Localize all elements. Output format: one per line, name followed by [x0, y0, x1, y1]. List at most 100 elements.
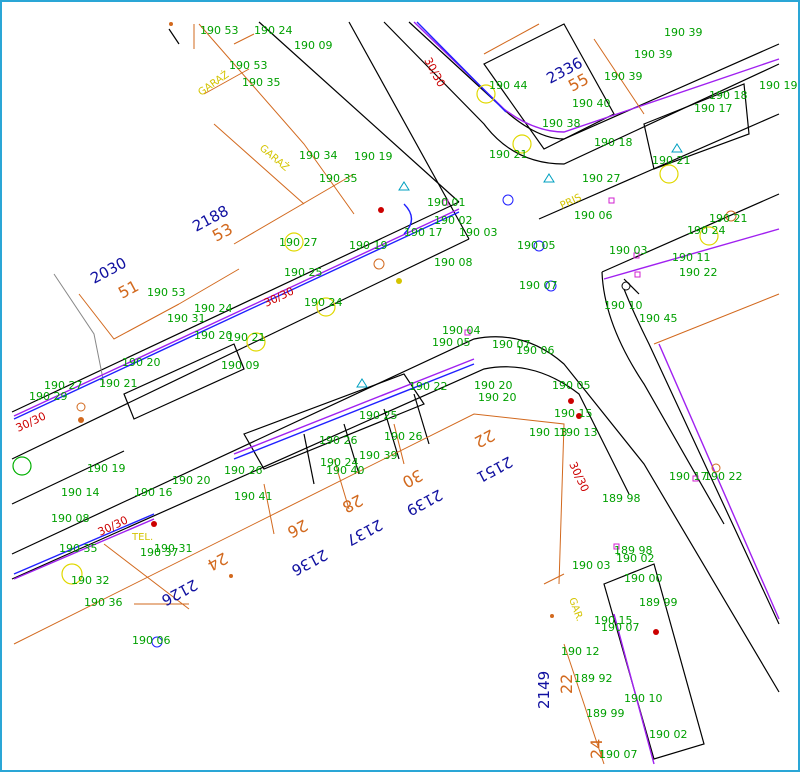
- house-number: 24: [204, 548, 231, 574]
- tree-symbol: [659, 164, 679, 184]
- elevation-label: 190 17: [694, 102, 733, 115]
- elevation-label: 190 02: [649, 728, 688, 741]
- elevation-label: 190 39: [359, 449, 398, 462]
- elevation-label: 190 53: [229, 59, 268, 72]
- parcel-line: [483, 23, 540, 55]
- map-canvas[interactable]: 2336 2188 2030 2126 2136 2137 2139 2151 …: [4, 4, 800, 772]
- garage-label: GARAŻ: [195, 68, 231, 99]
- elevation-label: 190 13: [559, 426, 598, 439]
- elevation-label: 190 01: [427, 196, 466, 209]
- elevation-label: 190 19: [759, 79, 798, 92]
- house-number: 26: [284, 515, 311, 541]
- elevation-label: 190 53: [147, 286, 186, 299]
- elevation-label: 190 06: [132, 634, 171, 647]
- elevation-label: 190 10: [604, 299, 643, 312]
- pole-square: [608, 197, 615, 204]
- elevation-label: 190 15: [554, 407, 593, 420]
- parcel-number: 2137: [343, 515, 385, 549]
- elevation-label: 190 32: [71, 574, 110, 587]
- elevation-label: 190 20: [122, 356, 161, 369]
- elevation-label: 190 45: [639, 312, 678, 325]
- parcel-number: 2149: [535, 671, 553, 709]
- manhole-triangle: [543, 173, 555, 183]
- garage-label: GAR.: [566, 596, 585, 623]
- map-drawing: 2336 2188 2030 2126 2136 2137 2139 2151 …: [11, 21, 798, 765]
- orange-point: [229, 574, 233, 578]
- elevation-label: 190 03: [572, 559, 611, 572]
- orange-point: [396, 278, 402, 284]
- red-point: [653, 629, 659, 635]
- red-point: [568, 398, 574, 404]
- elevation-label: 190 20: [478, 391, 517, 404]
- boundary-line: [53, 273, 105, 385]
- building-outline: [303, 433, 315, 485]
- elevation-label: 190 40: [572, 97, 611, 110]
- elevation-label: 190 39: [634, 48, 673, 61]
- cable-line: [613, 613, 655, 765]
- elevation-label: 190 31: [167, 312, 206, 325]
- elevation-label: 190 26: [319, 434, 358, 447]
- house-number: 28: [339, 490, 366, 516]
- elevation-label: 190 22: [704, 470, 743, 483]
- elevation-label: 190 08: [434, 256, 473, 269]
- manhole-triangle: [671, 143, 683, 153]
- elevation-label: 190 05: [552, 379, 591, 392]
- elevation-label: 190 02: [616, 552, 655, 565]
- elevation-label: 190 09: [221, 359, 260, 372]
- elevation-label: 190 20: [172, 474, 211, 487]
- parcel-line: [198, 23, 355, 215]
- road-edge: [258, 21, 460, 203]
- elevation-label: 190 18: [594, 136, 633, 149]
- elevation-label: 190 07: [599, 748, 638, 761]
- parcel-line: [78, 293, 180, 340]
- speed-label: 30/30: [262, 285, 296, 310]
- elevation-label: 190 15: [594, 614, 633, 627]
- red-point: [151, 521, 157, 527]
- elevation-label: 189 99: [639, 596, 678, 609]
- elevation-label: 190 24: [304, 296, 343, 309]
- elevation-label: 190 06: [516, 344, 555, 357]
- elevation-label: 190 19: [349, 239, 388, 252]
- elevation-label: 190 16: [134, 486, 173, 499]
- map-frame: 2336 2188 2030 2126 2136 2137 2139 2151 …: [0, 0, 800, 772]
- elevation-label: 189 99: [586, 707, 625, 720]
- elevation-label: 190 36: [84, 596, 123, 609]
- elevation-label: 190 25: [359, 409, 398, 422]
- elevation-label: 190 41: [234, 490, 273, 503]
- house-number: 22: [471, 425, 498, 451]
- house-number: 51: [115, 276, 142, 302]
- hydrant-symbol: [373, 258, 385, 270]
- speed-label: 30/30: [421, 55, 447, 89]
- speed-label: 30/30: [566, 460, 591, 494]
- elevation-label: 190 34: [299, 149, 338, 162]
- elevation-labels: 190 53 190 24190 09190 53190 35190 34190 …: [29, 24, 798, 761]
- elevation-label: 190 29: [29, 390, 68, 403]
- elevation-label: 190 22: [679, 266, 718, 279]
- elevation-label: 190 19: [354, 150, 393, 163]
- elevation-label: 190 17: [404, 226, 443, 239]
- elevation-label: 190 24: [687, 224, 726, 237]
- elevation-label: 190 21: [227, 331, 266, 344]
- elevation-label: 190 17: [669, 470, 708, 483]
- elevation-label: 190 18: [709, 89, 748, 102]
- elevation-label: 190 14: [61, 486, 100, 499]
- building-outline: [623, 278, 640, 295]
- elevation-label: 190 11: [672, 251, 711, 264]
- elevation-label: 190 05: [517, 239, 556, 252]
- elevation-label: 190 35: [59, 542, 98, 555]
- utility-lines: [13, 21, 780, 765]
- elevation-label: 190 44: [489, 79, 528, 92]
- elevation-label: 190 03: [459, 226, 498, 239]
- elevation-label: 190 03: [609, 244, 648, 257]
- speed-label: 30/30: [96, 514, 130, 539]
- well-marker: [621, 281, 631, 291]
- elevation-label: 190 12: [561, 645, 600, 658]
- elevation-label: 190 24: [254, 24, 293, 37]
- orange-point: [550, 614, 554, 618]
- garage-label: GARAŻ: [257, 141, 292, 173]
- elevation-label: 190 09: [294, 39, 333, 52]
- elevation-label: 190 53: [200, 24, 239, 37]
- elevation-label: 189 98: [602, 492, 641, 505]
- building-outline: [168, 28, 180, 45]
- tel-label: TEL.: [131, 532, 153, 543]
